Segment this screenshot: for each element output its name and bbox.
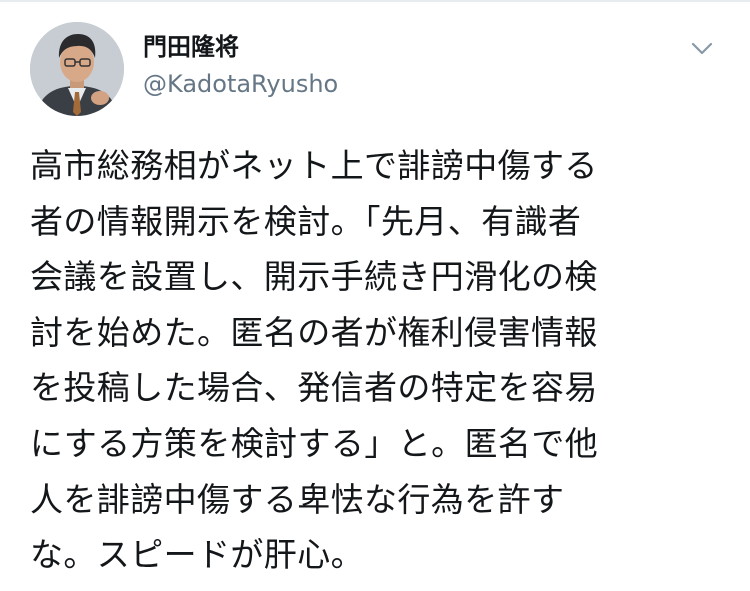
chevron-down-icon[interactable]: [688, 34, 716, 62]
avatar[interactable]: [30, 22, 124, 116]
display-name[interactable]: 門田隆将: [143, 32, 338, 62]
tweet-text: 高市総務相がネット上で誹謗中傷する 者の情報開示を検討。「先月、有識者 会議を設…: [30, 146, 599, 575]
user-handle[interactable]: @KadotaRyusho: [143, 68, 338, 100]
profile-photo: [30, 22, 124, 116]
author-names: 門田隆将 @KadotaRyusho: [143, 32, 338, 100]
tweet-header: 門田隆将 @KadotaRyusho: [30, 22, 720, 118]
tweet-card: 門田隆将 @KadotaRyusho 高市総務相がネット上で誹謗中傷する 者の情…: [0, 0, 750, 591]
